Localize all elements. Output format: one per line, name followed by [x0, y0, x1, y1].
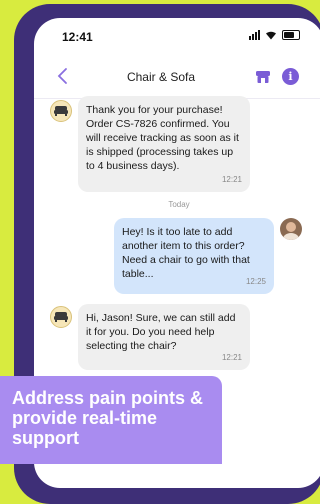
message-bubble-incoming: Thank you for your purchase! Order CS-78… — [78, 96, 250, 192]
message-text: Thank you for your purchase! Order CS-78… — [86, 104, 239, 172]
message-time: 12:25 — [245, 277, 266, 286]
message-text: Hi, Jason! Sure, we can still add it for… — [86, 312, 236, 352]
store-icon[interactable] — [255, 69, 271, 85]
banner-headline: Address pain points & provide real-time … — [12, 388, 204, 448]
day-separator: Today — [168, 200, 190, 209]
message-bubble-incoming: Hi, Jason! Sure, we can still add it for… — [78, 304, 250, 370]
info-icon[interactable]: i — [282, 68, 299, 85]
status-icons — [249, 29, 300, 40]
message-time: 12:21 — [221, 353, 242, 362]
sofa-icon — [54, 106, 68, 116]
message-bubble-outgoing: Hey! Is it too late to add another item … — [114, 218, 274, 294]
chat-title: Chair & Sofa — [126, 70, 196, 84]
wifi-icon — [266, 31, 276, 39]
status-time: 12:41 — [62, 30, 93, 44]
user-avatar — [280, 218, 302, 240]
status-bar: 12:41 — [34, 18, 320, 54]
message-text: Hey! Is it too late to add another item … — [122, 226, 250, 280]
bot-avatar — [50, 306, 72, 328]
signal-icon — [249, 29, 260, 40]
message-time: 12:21 — [221, 175, 242, 184]
sofa-icon — [54, 312, 68, 322]
battery-icon — [282, 29, 300, 40]
promo-banner: Address pain points & provide real-time … — [0, 376, 222, 464]
bot-avatar — [50, 100, 72, 122]
chat-header: Chair & Sofa i — [34, 54, 320, 99]
